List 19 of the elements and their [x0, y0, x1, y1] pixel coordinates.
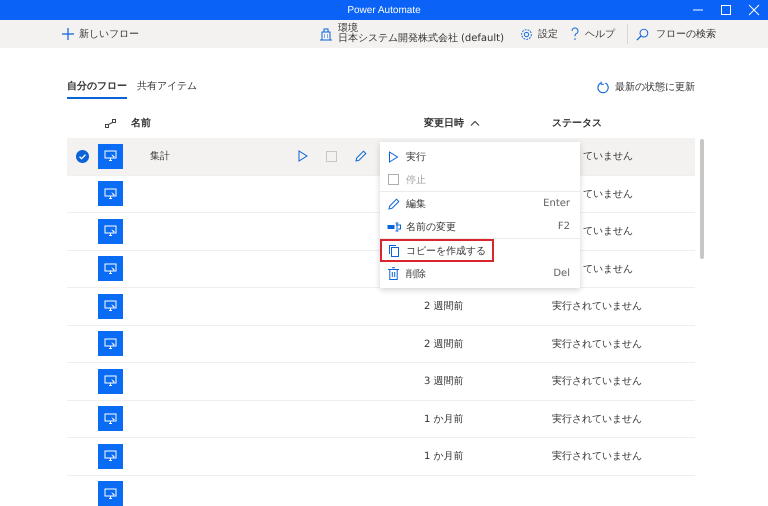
flow-status: 実行されていません — [552, 451, 642, 462]
shortcut-label: Enter — [543, 198, 570, 209]
modified-date: 2 週間前 — [424, 300, 464, 314]
modified-date: 3 週間前 — [424, 375, 464, 388]
flow-status: 実行されていません — [552, 414, 642, 425]
flow-status: ていません — [583, 226, 633, 238]
flow-status: 実行されていません — [552, 376, 642, 388]
modified-date: 1 か月前 — [424, 450, 464, 464]
flow-status: 実行されていません — [552, 338, 642, 350]
flow-status: 実行されていません — [552, 301, 642, 312]
window-title: Power Automate — [347, 4, 421, 16]
modified-date: 1 か月前 — [424, 412, 464, 426]
flow-status: ていません — [583, 188, 633, 200]
flow-name: 集計 — [150, 151, 170, 162]
shortcut-label: Del — [553, 268, 570, 279]
flow-status: ていません — [583, 264, 633, 275]
modified-date: 2 週間前 — [424, 338, 464, 351]
flow-status: ていません — [583, 151, 633, 162]
shortcut-label: F2 — [558, 221, 570, 232]
